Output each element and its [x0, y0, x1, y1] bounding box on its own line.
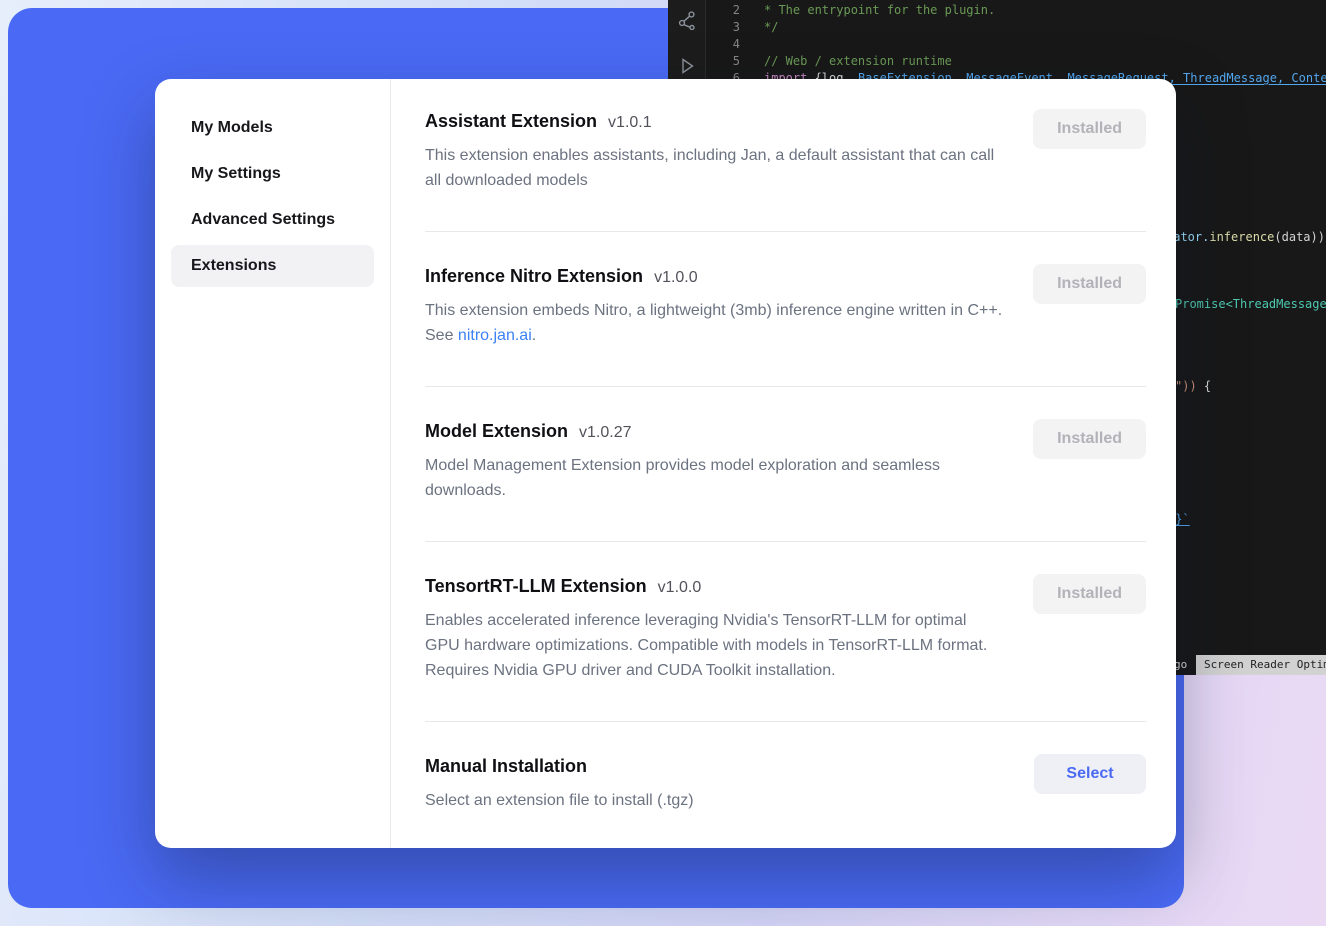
extensions-list: Assistant Extension v1.0.1 This extensio… — [391, 79, 1176, 848]
extension-version: v1.0.27 — [579, 424, 631, 442]
extension-title: Inference Nitro Extension — [425, 264, 643, 288]
run-icon[interactable] — [677, 56, 697, 76]
code-comment: * The entrypoint for the plugin. — [764, 3, 995, 17]
extension-version: v1.0.0 — [658, 579, 702, 597]
extension-description: Model Management Extension provides mode… — [425, 453, 1003, 503]
nitro-jan-ai-link[interactable]: nitro.jan.ai — [458, 327, 532, 344]
code-line: 3 */ — [706, 19, 1326, 36]
extension-description: Enables accelerated inference leveraging… — [425, 608, 1003, 683]
description-text: . — [532, 327, 536, 344]
line-number: 5 — [706, 53, 740, 70]
code-function: inference — [1209, 230, 1274, 244]
manual-installation-title: Manual Installation — [425, 754, 587, 778]
extension-version: v1.0.1 — [608, 114, 652, 132]
sidebar-item-my-settings[interactable]: My Settings — [171, 153, 374, 195]
extension-row-assistant: Assistant Extension v1.0.1 This extensio… — [425, 109, 1146, 232]
installed-button[interactable]: Installed — [1033, 109, 1146, 149]
extension-row-inference-nitro: Inference Nitro Extension v1.0.0 This ex… — [425, 264, 1146, 387]
code-line: 2 * The entrypoint for the plugin. — [706, 2, 1326, 19]
manual-installation-row: Manual Installation Select an extension … — [425, 754, 1146, 833]
code-line: 5 // Web / extension runtime — [706, 53, 1326, 70]
code-string: ")) — [1175, 379, 1197, 393]
settings-modal: My Models My Settings Advanced Settings … — [155, 79, 1176, 848]
source-control-share-icon[interactable] — [677, 10, 697, 30]
extension-description: This extension enables assistants, inclu… — [425, 143, 1003, 193]
line-number: 4 — [706, 36, 740, 53]
extension-row-model: Model Extension v1.0.27 Model Management… — [425, 419, 1146, 542]
extension-title: Assistant Extension — [425, 109, 597, 133]
manual-installation-description: Select an extension file to install (.tg… — [425, 788, 694, 813]
extension-title: TensortRT-LLM Extension — [425, 574, 647, 598]
settings-sidebar: My Models My Settings Advanced Settings … — [155, 79, 391, 848]
desktop: 2 * The entrypoint for the plugin. 3 */ … — [0, 0, 1326, 926]
select-file-button[interactable]: Select — [1034, 754, 1146, 794]
code-args: (data)); — [1274, 230, 1326, 244]
installed-button[interactable]: Installed — [1033, 574, 1146, 614]
sidebar-item-extensions[interactable]: Extensions — [171, 245, 374, 287]
line-number: 3 — [706, 19, 740, 36]
installed-button[interactable]: Installed — [1033, 419, 1146, 459]
extension-title: Model Extension — [425, 419, 568, 443]
extension-description: This extension embeds Nitro, a lightweig… — [425, 298, 1003, 348]
screen-reader-optimized-status-item[interactable]: Screen Reader Optimize — [1196, 655, 1326, 675]
code-comment: // Web / extension runtime — [764, 54, 952, 68]
line-number: 2 — [706, 2, 740, 19]
sidebar-item-my-models[interactable]: My Models — [171, 107, 374, 149]
code-line: 4 — [706, 36, 1326, 53]
code-fragment: ")) { — [1175, 379, 1211, 393]
extension-version: v1.0.0 — [654, 269, 698, 287]
code-fragment: rator.inference(data)); — [1166, 230, 1326, 244]
code-brace: { — [1197, 379, 1211, 393]
code-fragment: Promise<ThreadMessage> — [1175, 297, 1326, 311]
sidebar-item-advanced-settings[interactable]: Advanced Settings — [171, 199, 374, 241]
extension-row-tensorrt-llm: TensortRT-LLM Extension v1.0.0 Enables a… — [425, 574, 1146, 722]
code-area: 2 * The entrypoint for the plugin. 3 */ … — [706, 2, 1326, 87]
installed-button[interactable]: Installed — [1033, 264, 1146, 304]
code-comment: */ — [764, 20, 778, 34]
